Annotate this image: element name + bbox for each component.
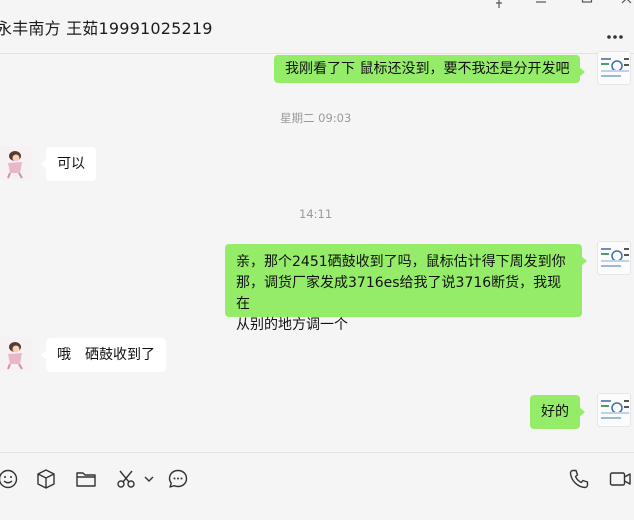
close-icon[interactable] [620,0,634,6]
contact-avatar[interactable] [0,146,32,180]
sticker-box-icon[interactable] [34,467,58,491]
message-bubble-outgoing[interactable]: 好的 [530,395,585,429]
message-line: 从别的地方调一个 [236,317,348,333]
message-timestamp: 星期二 09:03 [280,111,352,125]
chat-title: 永丰南方 王茹19991025219 [0,19,213,38]
message-bubble-incoming[interactable]: 可以 [41,147,96,181]
minimize-icon[interactable] [534,0,548,6]
input-toolbar [0,452,634,520]
message-line: 亲，那个2451硒鼓收到了吗，鼠标估计得下周发到你 [236,254,566,270]
scissors-icon[interactable] [114,467,138,491]
message-timestamp: 14:11 [299,207,333,221]
emoji-icon[interactable] [0,467,20,491]
message-line: 那，调货厂家发成3716es给我了说3716断货，我现在 [236,275,562,312]
message-bubble-outgoing[interactable]: 我刚看了下 鼠标还没到，要不我还是分开发吧 [274,55,586,83]
contact-avatar[interactable] [0,337,32,371]
chevron-down-icon[interactable] [142,467,156,491]
self-avatar[interactable] [597,51,631,85]
chat-header: 永丰南方 王茹19991025219 [0,0,634,54]
folder-icon[interactable] [74,467,98,491]
video-call-icon[interactable] [608,467,632,491]
pin-icon[interactable] [492,0,506,8]
message-bubble-outgoing[interactable]: 亲，那个2451硒鼓收到了吗，鼠标估计得下周发到你 那，调货厂家发成3716es… [225,244,587,333]
chat-window: 永丰南方 王茹19991025219 我刚看了下 鼠标还没到，要不我还是分开发吧… [0,0,634,520]
self-avatar[interactable] [597,393,631,427]
message-bubble-incoming[interactable]: 哦 硒鼓收到了 [41,338,166,372]
self-avatar[interactable] [597,241,631,275]
more-options-icon[interactable] [606,26,624,39]
maximize-icon[interactable] [580,0,594,6]
chat-history-icon[interactable] [166,467,190,491]
phone-icon[interactable] [567,467,591,491]
